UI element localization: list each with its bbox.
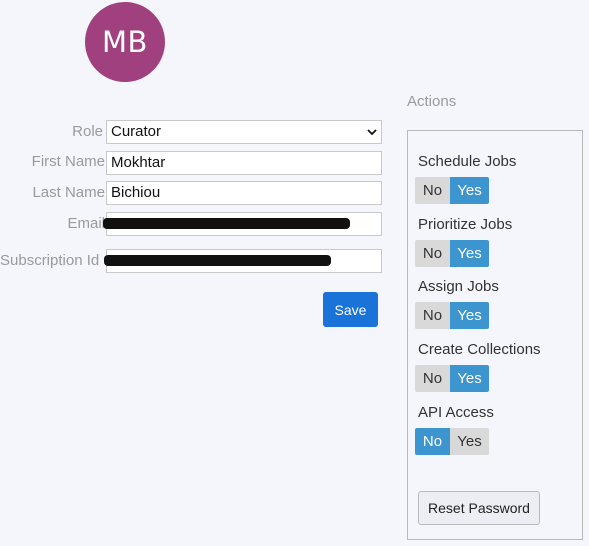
reset-password-button[interactable]: Reset Password — [418, 491, 540, 525]
first-name-field[interactable]: Mokhtar — [106, 151, 382, 175]
chevron-down-icon — [367, 129, 377, 136]
subscription-id-label: Subscription Id — [0, 252, 100, 269]
avatar-initials: MB — [102, 25, 148, 59]
role-label: Role — [72, 123, 103, 140]
assign-jobs-yes-option[interactable]: Yes — [450, 302, 489, 329]
api-access-yes-option[interactable]: Yes — [450, 428, 489, 455]
email-label: Email — [67, 215, 105, 232]
last-name-field[interactable]: Bichiou — [106, 181, 382, 205]
first-name-label: First Name — [31, 153, 105, 170]
subscription-id-redaction — [104, 255, 331, 266]
assign-jobs-toggle[interactable]: No Yes — [415, 302, 489, 329]
role-select[interactable]: Curator — [106, 120, 382, 144]
prioritize-jobs-label: Prioritize Jobs — [418, 216, 513, 233]
schedule-jobs-label: Schedule Jobs — [418, 153, 517, 170]
last-name-label: Last Name — [32, 184, 105, 201]
assign-jobs-no-option[interactable]: No — [415, 302, 450, 329]
create-collections-no-option[interactable]: No — [415, 365, 450, 392]
create-collections-yes-option[interactable]: Yes — [450, 365, 489, 392]
create-collections-label: Create Collections — [418, 341, 541, 358]
api-access-label: API Access — [418, 404, 494, 421]
first-name-value: Mokhtar — [111, 154, 166, 171]
prioritize-jobs-toggle[interactable]: No Yes — [415, 240, 489, 267]
save-button[interactable]: Save — [323, 292, 378, 327]
create-collections-toggle[interactable]: No Yes — [415, 365, 489, 392]
assign-jobs-label: Assign Jobs — [418, 278, 499, 295]
api-access-no-option[interactable]: No — [415, 428, 450, 455]
email-redaction — [103, 218, 350, 229]
prioritize-jobs-yes-option[interactable]: Yes — [450, 240, 489, 267]
schedule-jobs-no-option[interactable]: No — [415, 177, 450, 204]
avatar: MB — [85, 2, 165, 82]
schedule-jobs-toggle[interactable]: No Yes — [415, 177, 489, 204]
last-name-value: Bichiou — [111, 184, 161, 201]
api-access-toggle[interactable]: No Yes — [415, 428, 489, 455]
schedule-jobs-yes-option[interactable]: Yes — [450, 177, 489, 204]
prioritize-jobs-no-option[interactable]: No — [415, 240, 450, 267]
role-select-value: Curator — [111, 123, 162, 140]
actions-title: Actions — [407, 93, 457, 110]
